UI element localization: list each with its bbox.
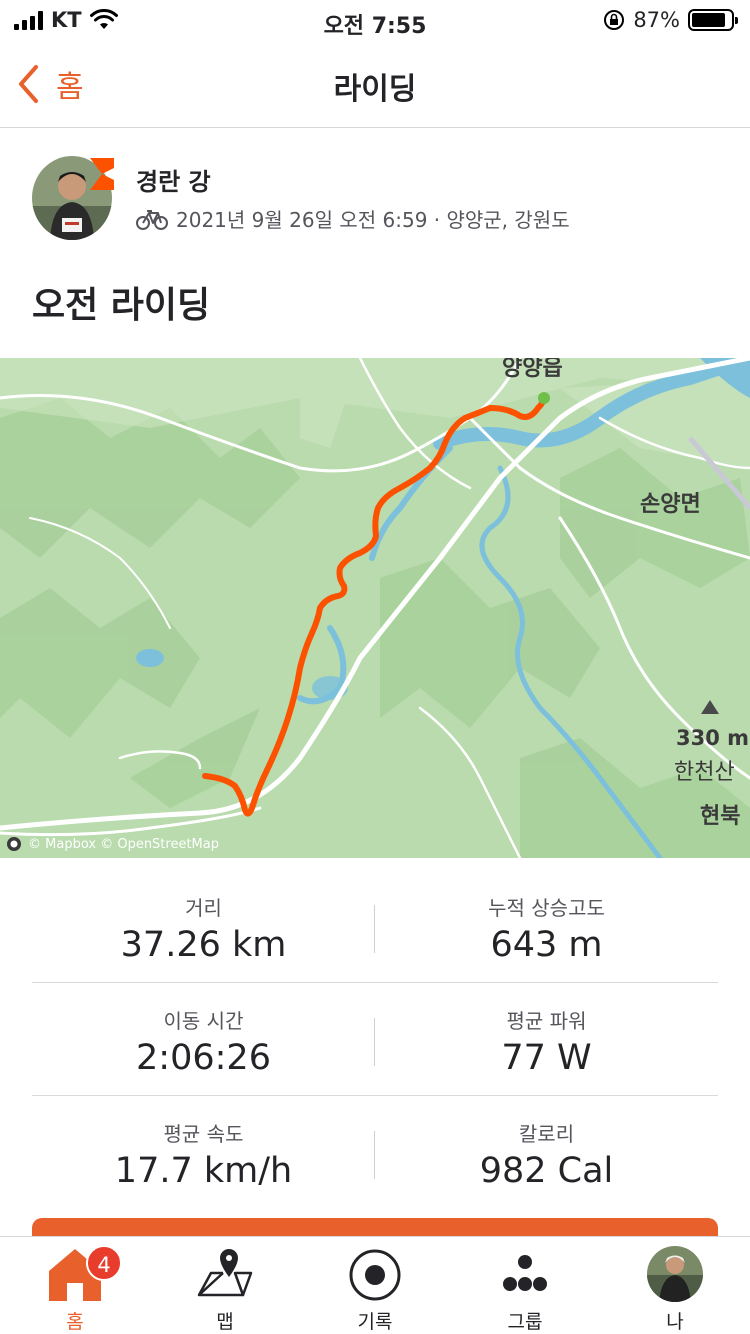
battery-percent: 87% <box>633 8 680 32</box>
mapbox-logo-icon <box>7 837 21 851</box>
map-canvas <box>0 358 750 858</box>
map-label-town-top: 양양읍 <box>502 358 563 381</box>
tab-home[interactable]: 4 홈 <box>0 1237 150 1334</box>
stat-value: 643 m <box>490 925 603 965</box>
stat-calories: 칼로리 982 Cal <box>375 1118 718 1191</box>
stat-label: 평균 파워 <box>506 1009 587 1033</box>
tab-groups[interactable]: 그룹 <box>450 1237 600 1334</box>
map-label-peak-elevation: 330 m <box>676 726 750 750</box>
bicycle-icon <box>136 209 168 230</box>
status-right: 87% <box>603 8 738 32</box>
tab-label: 기록 <box>357 1311 393 1333</box>
activity-date-location: 2021년 9월 26일 오전 6:59 · 양양군, 강원도 <box>176 208 570 232</box>
stat-label: 평균 속도 <box>163 1122 244 1146</box>
activity-title: 오전 라이딩 <box>32 285 211 326</box>
page-title: 라이딩 <box>333 72 417 107</box>
stats-row: 이동 시간 2:06:26 평균 파워 77 W <box>32 983 718 1096</box>
route-map[interactable]: 양양읍 손양면 330 m 한천산 현북 © Mapbox © OpenStre… <box>0 358 750 858</box>
battery-icon <box>688 9 738 31</box>
stats-row: 평균 속도 17.7 km/h 칼로리 982 Cal <box>32 1096 718 1209</box>
map-attribution-text: © Mapbox © OpenStreetMap <box>28 836 219 852</box>
map-label-peak-name: 한천산 <box>674 760 735 785</box>
groups-icon <box>503 1255 547 1291</box>
notification-badge: 4 <box>86 1245 122 1281</box>
rotation-lock-icon <box>604 10 625 30</box>
battery-level <box>692 13 726 27</box>
status-bar: KT 오전 7:55 87% <box>0 0 750 42</box>
stat-value: 982 Cal <box>479 1151 614 1191</box>
stat-value: 17.7 km/h <box>114 1151 293 1191</box>
tab-label: 그룹 <box>507 1311 543 1333</box>
stat-elevation-gain: 누적 상승고도 643 m <box>375 892 718 965</box>
profile-avatar <box>647 1246 703 1302</box>
tab-label: 맵 <box>216 1311 234 1333</box>
athlete-name[interactable]: 경란 강 <box>136 162 211 197</box>
stat-label: 거리 <box>185 896 222 920</box>
map-attribution[interactable]: © Mapbox © OpenStreetMap <box>6 836 219 852</box>
route-start-marker <box>538 392 550 404</box>
tab-bar: 4 홈 맵 기록 그룹 나 <box>0 1236 750 1334</box>
activity-meta: 2021년 9월 26일 오전 6:59 · 양양군, 강원도 <box>136 204 570 233</box>
activity-stats: 거리 37.26 km 누적 상승고도 643 m 이동 시간 2:06:26 … <box>32 870 718 1209</box>
tab-record[interactable]: 기록 <box>300 1237 450 1334</box>
nav-bar: 홈 라이딩 <box>0 42 750 128</box>
stats-row: 거리 37.26 km 누적 상승고도 643 m <box>32 870 718 983</box>
stat-value: 2:06:26 <box>136 1038 271 1078</box>
stat-avg-power: 평균 파워 77 W <box>375 1005 718 1078</box>
tab-profile[interactable]: 나 <box>600 1237 750 1334</box>
tab-map[interactable]: 맵 <box>150 1237 300 1334</box>
map-icon <box>197 1249 253 1297</box>
tab-label: 나 <box>666 1311 684 1333</box>
map-label-town-right: 손양면 <box>640 492 701 517</box>
stat-value: 77 W <box>501 1038 592 1078</box>
record-icon <box>349 1249 401 1301</box>
stat-label: 누적 상승고도 <box>488 896 605 920</box>
stat-moving-time: 이동 시간 2:06:26 <box>32 1005 375 1078</box>
stat-label: 이동 시간 <box>163 1009 244 1033</box>
stat-avg-speed: 평균 속도 17.7 km/h <box>32 1118 375 1191</box>
subscriber-badge-icon <box>90 158 114 190</box>
tab-label: 홈 <box>66 1311 84 1333</box>
stat-label: 칼로리 <box>518 1122 575 1146</box>
athlete-header: 경란 강 2021년 9월 26일 오전 6:59 · 양양군, 강원도 <box>32 156 722 242</box>
stat-distance: 거리 37.26 km <box>32 892 375 965</box>
stat-value: 37.26 km <box>120 925 287 965</box>
map-label-place-bottom: 현북 <box>700 804 741 829</box>
